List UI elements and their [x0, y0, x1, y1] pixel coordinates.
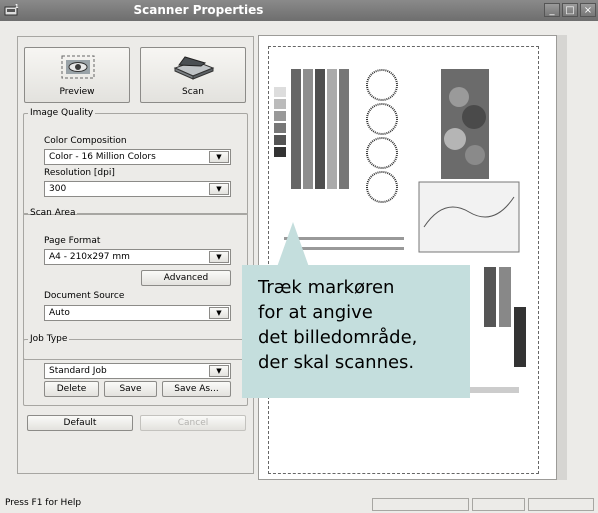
document-source-label: Document Source: [44, 291, 125, 301]
preview-eye-icon: [60, 54, 96, 83]
image-quality-legend: Image Quality: [30, 108, 94, 118]
instruction-callout: Træk markøren for at angive det billedom…: [242, 265, 470, 398]
job-type-value: Standard Job: [49, 366, 107, 376]
job-type-group: Job Type Standard Job ▼ Delete Save Save…: [23, 334, 248, 406]
color-composition-label: Color Composition: [44, 136, 127, 146]
close-icon[interactable]: ×: [580, 3, 596, 17]
status-panel: [372, 498, 469, 511]
scan-area-legend: Scan Area: [30, 208, 76, 218]
page-format-select[interactable]: A4 - 210x297 mm ▼: [44, 249, 231, 265]
resolution-label: Resolution [dpi]: [44, 168, 115, 178]
dropdown-arrow-icon[interactable]: ▼: [209, 365, 229, 377]
callout-line: det billedområde,: [258, 327, 418, 348]
settings-panel: Preview Scan Image Quality Color Composi…: [17, 36, 254, 474]
minimize-icon[interactable]: _: [544, 3, 560, 17]
panel-separator: [557, 35, 567, 480]
advanced-button[interactable]: Advanced: [141, 270, 231, 286]
document-source-select[interactable]: Auto ▼: [44, 305, 231, 321]
scan-button[interactable]: Scan: [140, 47, 246, 103]
callout-text: Træk markøren for at angive det billedom…: [258, 275, 463, 375]
preview-button[interactable]: Preview: [24, 47, 130, 103]
save-button[interactable]: Save: [104, 381, 157, 397]
color-composition-value: Color - 16 Million Colors: [49, 152, 156, 162]
status-panel: [472, 498, 525, 511]
dropdown-arrow-icon[interactable]: ▼: [209, 183, 229, 195]
status-bar: Press F1 for Help: [0, 493, 598, 513]
delete-button[interactable]: Delete: [44, 381, 99, 397]
cancel-button: Cancel: [140, 415, 246, 431]
window-title: Scanner Properties: [133, 3, 264, 17]
job-type-select[interactable]: Standard Job ▼: [44, 363, 231, 379]
dropdown-arrow-icon[interactable]: ▼: [209, 307, 229, 319]
dropdown-arrow-icon[interactable]: ▼: [209, 151, 229, 163]
callout-line: der skal scannes.: [258, 352, 415, 373]
callout-line: Træk markøren: [258, 277, 395, 298]
color-composition-select[interactable]: Color - 16 Million Colors ▼: [44, 149, 231, 165]
scan-label: Scan: [182, 87, 204, 97]
resolution-value: 300: [49, 184, 67, 194]
dropdown-arrow-icon[interactable]: ▼: [209, 251, 229, 263]
preview-label: Preview: [59, 87, 95, 97]
page-format-value: A4 - 210x297 mm: [49, 252, 130, 262]
status-text: Press F1 for Help: [5, 498, 82, 508]
title-bar: 1 Scanner Properties _ □ ×: [0, 0, 598, 21]
status-panel: [528, 498, 594, 511]
resolution-select[interactable]: 300 ▼: [44, 181, 231, 197]
callout-pointer: [277, 222, 309, 267]
save-as-button[interactable]: Save As...: [162, 381, 231, 397]
document-source-value: Auto: [49, 308, 70, 318]
job-type-legend: Job Type: [30, 334, 68, 344]
callout-line: for at angive: [258, 302, 373, 323]
test-chart-image: [274, 69, 526, 393]
maximize-icon[interactable]: □: [562, 3, 578, 17]
default-button[interactable]: Default: [27, 415, 133, 431]
scanner-properties-window: 1 Scanner Properties _ □ × Preview Scan …: [0, 0, 598, 513]
image-quality-group: Image Quality Color Composition Color - …: [23, 108, 248, 215]
scanner-icon: [171, 54, 217, 83]
page-format-label: Page Format: [44, 236, 101, 246]
